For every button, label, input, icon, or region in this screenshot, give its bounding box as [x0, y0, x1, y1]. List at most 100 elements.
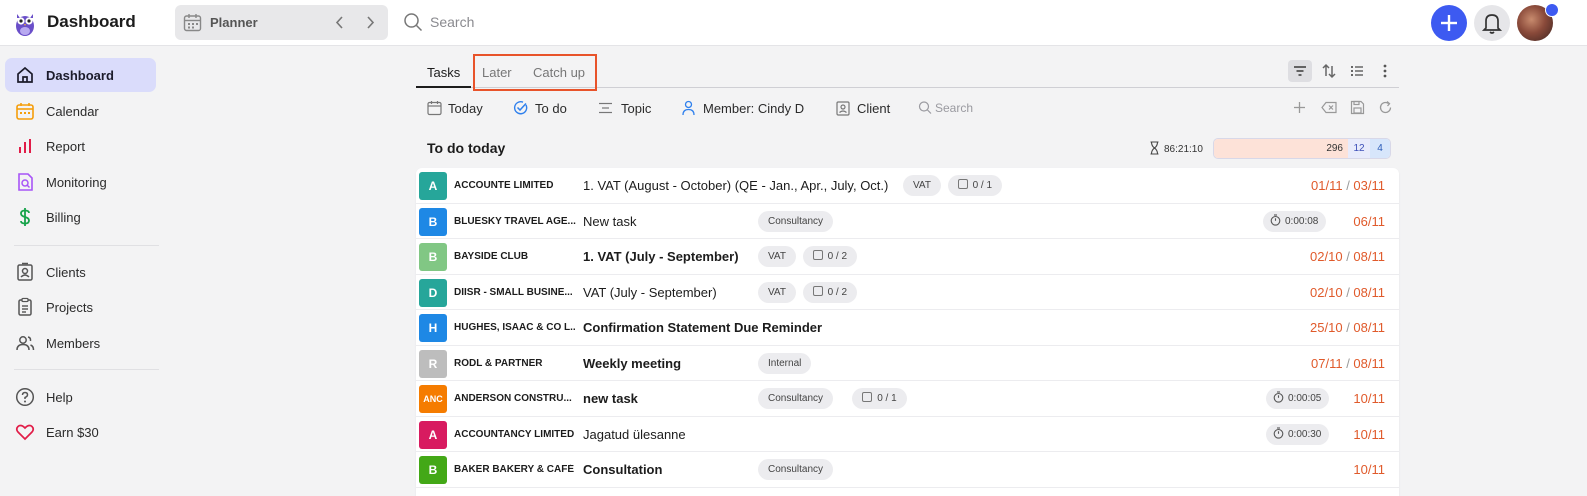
- task-row[interactable]: B BLUESKY TRAVEL AGE... New task Consultanc…: [416, 204, 1399, 239]
- task-row[interactable]: A ACCOUNTANCY LIMITED Jagatud ülesanne 0:00…: [416, 417, 1399, 452]
- sidebar-divider: [14, 245, 159, 246]
- date-separator: /: [1342, 355, 1354, 371]
- task-tag-chip[interactable]: VAT: [758, 281, 796, 303]
- sidebar-item-monitoring[interactable]: Monitoring: [5, 165, 156, 199]
- planner-switcher[interactable]: Planner: [175, 5, 388, 40]
- client-name[interactable]: ACCOUNTE LIMITED: [454, 180, 576, 191]
- tracked-time-chip[interactable]: 0:00:08: [1263, 210, 1327, 232]
- sidebar-item-clients[interactable]: Clients: [5, 255, 156, 289]
- task-row[interactable]: B BAYSIDE CLUB 1. VAT (July - September) VA…: [416, 239, 1399, 275]
- sort-button[interactable]: [1317, 60, 1341, 82]
- task-tag-chip[interactable]: VAT: [903, 175, 941, 196]
- due-date: 08/11: [1353, 284, 1385, 300]
- sidebar-item-calendar[interactable]: Calendar: [5, 94, 156, 128]
- chevron-left-icon[interactable]: [333, 15, 347, 30]
- sidebar-item-projects[interactable]: Projects: [5, 290, 156, 324]
- sidebar-item-billing[interactable]: Billing: [5, 200, 156, 234]
- sidebar-item-label: Help: [46, 390, 73, 405]
- task-row[interactable]: R RÖDL & PARTNER Weekly meeting Internal 07/…: [416, 346, 1399, 381]
- task-dates: 10/11: [1353, 427, 1385, 442]
- heart-icon: [15, 424, 35, 441]
- today-count: 12: [1348, 139, 1370, 158]
- sidebar-item-dashboard[interactable]: Dashboard: [5, 58, 156, 92]
- task-row[interactable]: D DIISR - SMALL BUSINE... VAT (July - Sept…: [416, 275, 1399, 310]
- checkbox-icon: [957, 179, 968, 189]
- filter-search-input[interactable]: Search: [935, 101, 973, 115]
- create-button[interactable]: [1431, 5, 1467, 41]
- client-name[interactable]: BAYSIDE CLUB: [454, 251, 576, 262]
- task-dates: 10/11: [1353, 391, 1385, 406]
- task-tag-chip[interactable]: VAT: [758, 246, 796, 267]
- task-title[interactable]: Confirmation Statement Due Reminder: [583, 320, 822, 335]
- planner-label: Planner: [210, 15, 258, 30]
- task-row[interactable]: A ACCOUNTE LIMITED 1. VAT (August - Octobe…: [416, 168, 1399, 204]
- task-title[interactable]: Jagatud ülesanne: [583, 427, 686, 442]
- task-title[interactable]: 1. VAT (August - October) (QE - Jan., Ap…: [583, 178, 888, 193]
- task-title[interactable]: VAT (July - September): [583, 285, 717, 300]
- task-title[interactable]: Consultation: [583, 462, 662, 477]
- refresh-icon[interactable]: [1378, 100, 1393, 115]
- search-input[interactable]: Search: [430, 14, 474, 30]
- client-name[interactable]: DIISR - SMALL BUSINE...: [454, 287, 576, 298]
- task-title[interactable]: new task: [583, 391, 638, 406]
- client-name[interactable]: HUGHES, ISAAC & CO L...: [454, 322, 576, 333]
- task-row[interactable]: H HUGHES, ISAAC & CO L... Confirmation Sta…: [416, 310, 1399, 346]
- sidebar-item-help[interactable]: Help: [5, 380, 156, 414]
- task-row[interactable]: ANC ANDERSON CONSTRU... new task Consultanc…: [416, 381, 1399, 417]
- calendar-icon: [16, 103, 34, 120]
- filter-member-label: Member: Cindy D: [703, 101, 805, 116]
- client-name[interactable]: RÖDL & PARTNER: [454, 358, 576, 369]
- task-tag-chip[interactable]: Consultancy: [758, 210, 834, 232]
- sidebar-item-label: Report: [46, 139, 86, 154]
- client-avatar-badge: ANC: [419, 385, 447, 413]
- add-filter-icon[interactable]: [1292, 100, 1307, 115]
- sidebar-item-label: Members: [46, 336, 101, 351]
- client-name[interactable]: BAKER BAKERY & CAFÉ: [454, 464, 576, 475]
- tracked-time-chip[interactable]: 0:00:30: [1266, 423, 1330, 445]
- sidebar-item-label: Calendar: [46, 104, 99, 119]
- checklist-chip[interactable]: 0 / 2: [802, 246, 858, 267]
- tracked-time-chip[interactable]: 0:00:05: [1266, 388, 1330, 409]
- checklist-chip[interactable]: 0 / 2: [802, 281, 858, 303]
- save-icon[interactable]: [1350, 100, 1365, 115]
- due-date: 08/11: [1353, 320, 1385, 335]
- checklist-chip[interactable]: 0 / 1: [852, 388, 907, 409]
- task-title[interactable]: New task: [583, 214, 636, 229]
- tracked-time-value: 0:00:05: [1288, 393, 1322, 404]
- task-title[interactable]: 1. VAT (July - September): [583, 249, 739, 264]
- task-tag-chip[interactable]: Consultancy: [758, 459, 834, 480]
- client-avatar-badge: A: [419, 172, 447, 200]
- sidebar-item-label: Clients: [46, 265, 86, 280]
- section-title: To do today: [427, 140, 506, 156]
- filter-toggle-button[interactable]: [1288, 60, 1312, 82]
- sidebar-item-report[interactable]: Report: [5, 129, 156, 163]
- hourglass-icon: [1150, 141, 1159, 155]
- clear-filter-icon[interactable]: [1321, 100, 1337, 115]
- notifications-button[interactable]: [1474, 5, 1510, 41]
- tab-tasks[interactable]: Tasks: [427, 65, 460, 80]
- task-dates: 06/11: [1353, 214, 1385, 229]
- sort-icon: [1322, 63, 1336, 79]
- sidebar-item-earn[interactable]: Earn $30: [5, 415, 156, 449]
- filter-today-label: Today: [448, 101, 483, 116]
- client-name[interactable]: ACCOUNTANCY LIMITED: [454, 429, 576, 440]
- sidebar-item-members[interactable]: Members: [5, 326, 156, 360]
- top-bar: Dashboard Planner Search: [0, 0, 1587, 46]
- task-count-bar: 296 12 4: [1213, 138, 1391, 159]
- client-name[interactable]: BLUESKY TRAVEL AGE...: [454, 216, 576, 227]
- task-tag-chip[interactable]: Consultancy: [758, 388, 834, 409]
- more-options-button[interactable]: [1373, 60, 1397, 82]
- plus-icon: [1441, 15, 1457, 31]
- checklist-count: 0 / 1: [877, 393, 897, 404]
- owl-logo-icon[interactable]: [14, 9, 36, 37]
- list-view-button[interactable]: [1345, 60, 1369, 82]
- task-tag-chip[interactable]: Internal: [758, 352, 812, 374]
- task-dates: 10/11: [1353, 462, 1385, 477]
- task-table: A ACCOUNTE LIMITED 1. VAT (August - Octobe…: [416, 168, 1399, 496]
- checklist-chip[interactable]: 0 / 1: [947, 175, 1003, 196]
- chevron-right-icon[interactable]: [363, 15, 377, 30]
- client-name[interactable]: ANDERSON CONSTRU...: [454, 393, 576, 404]
- task-title[interactable]: Weekly meeting: [583, 356, 681, 371]
- company-badge-icon: [1545, 3, 1559, 17]
- task-row[interactable]: B BAKER BAKERY & CAFÉ Consultation Consulta…: [416, 452, 1399, 488]
